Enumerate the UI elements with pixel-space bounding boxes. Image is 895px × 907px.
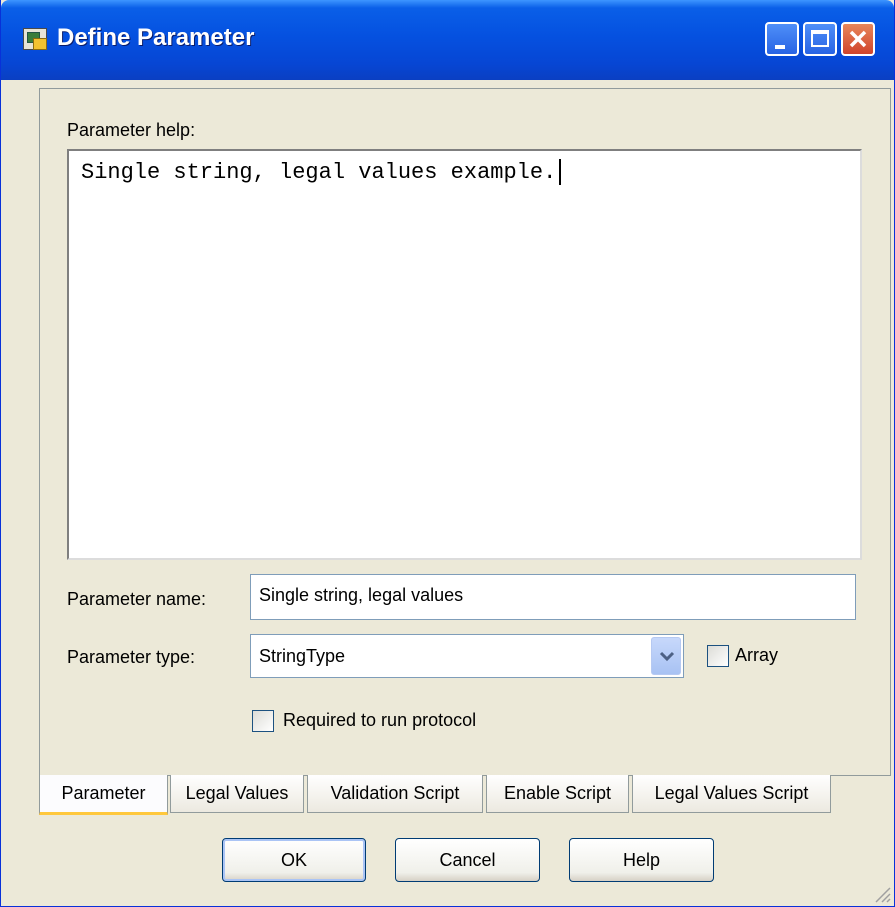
tab-legal-values[interactable]: Legal Values [170,775,304,813]
text-caret [559,159,562,185]
define-parameter-dialog: Define Parameter Parameter help: Single … [0,0,895,907]
window-title: Define Parameter [57,24,255,51]
parameter-name-label: Parameter name: [67,589,207,609]
parameter-type-select[interactable]: StringType [250,634,684,678]
close-button[interactable] [841,22,875,56]
array-checkbox[interactable] [707,645,729,667]
parameter-type-value: StringType [259,646,346,666]
maximize-button[interactable] [803,22,837,56]
dropdown-button[interactable] [651,637,681,675]
title-bar[interactable]: Define Parameter [1,0,894,80]
tab-validation-script[interactable]: Validation Script [307,775,483,813]
help-button[interactable]: Help [569,838,714,882]
required-checkbox[interactable] [252,710,274,732]
ok-button[interactable]: OK [222,838,366,882]
parameter-help-text: Single string, legal values example. [81,159,562,185]
resize-grip-icon[interactable] [872,884,892,904]
parameter-help-label: Parameter help: [67,120,196,140]
tab-legal-values-script[interactable]: Legal Values Script [632,775,831,813]
parameter-type-label: Parameter type: [67,647,196,667]
app-icon [23,28,47,50]
parameter-name-input[interactable]: Single string, legal values [250,574,856,620]
array-label: Array [735,645,779,665]
parameter-help-textarea[interactable]: Single string, legal values example. [67,149,862,560]
parameter-name-value: Single string, legal values [259,585,464,605]
cancel-button[interactable]: Cancel [395,838,540,882]
required-label: Required to run protocol [283,710,477,730]
minimize-button[interactable] [765,22,799,56]
chevron-down-icon [659,651,675,662]
tab-parameter[interactable]: Parameter [39,775,168,815]
close-icon [849,30,867,48]
tab-enable-script[interactable]: Enable Script [486,775,629,813]
